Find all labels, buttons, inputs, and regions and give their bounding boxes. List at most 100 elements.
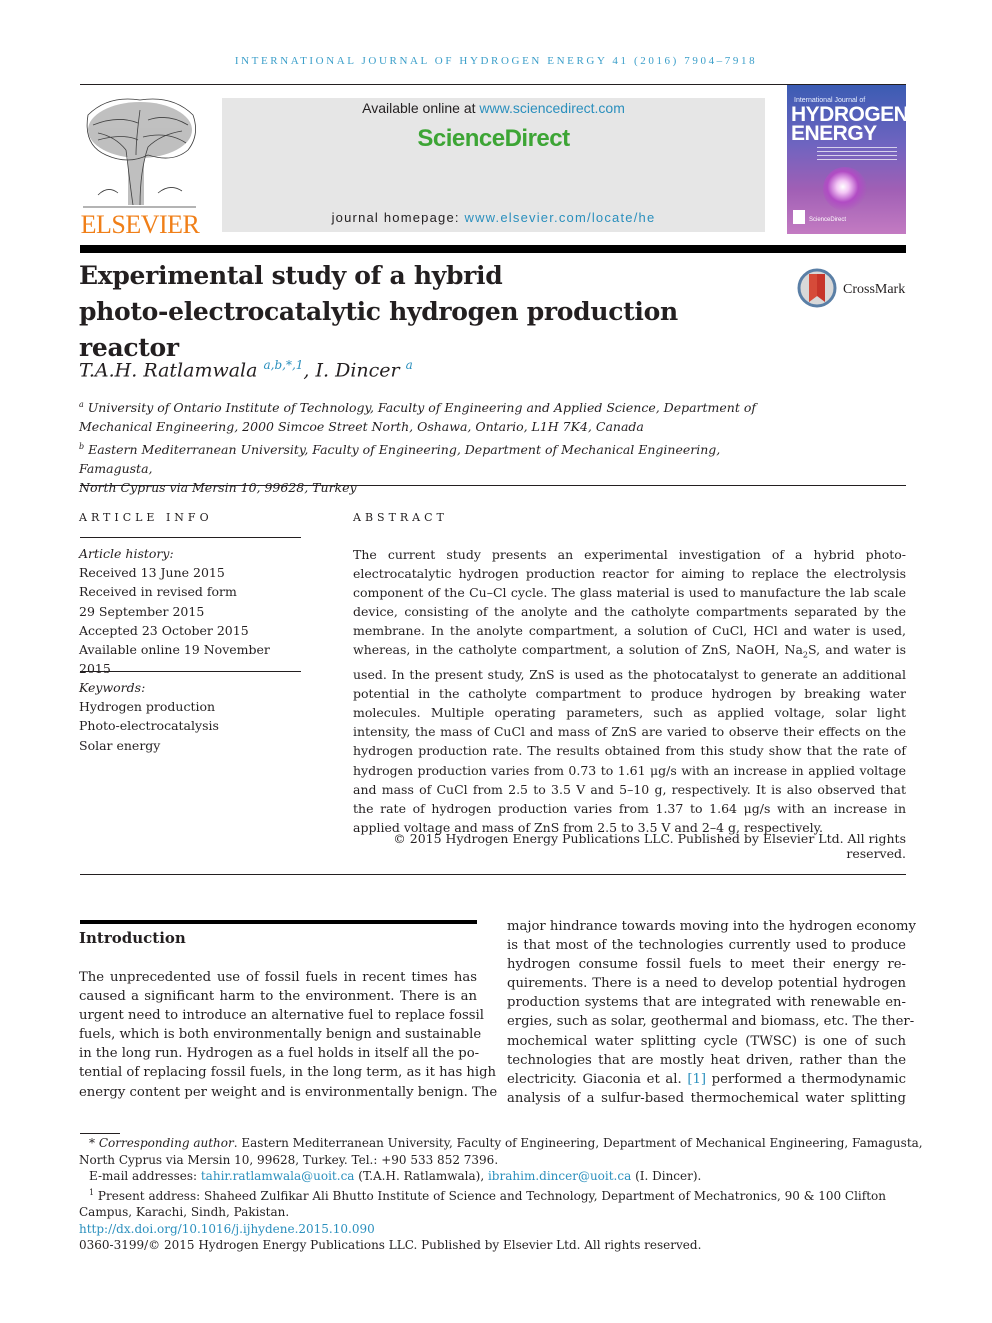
abstract-heading: ABSTRACT: [353, 511, 448, 524]
header-divider: [80, 245, 906, 253]
abstract-text-part1: The current study presents an experiment…: [353, 547, 906, 658]
issn-copyright: 0360-3199/© 2015 Hydrogen Energy Publica…: [79, 1238, 702, 1252]
affiliation-a-cont: Mechanical Engineering, 2000 Simcoe Stre…: [79, 419, 644, 435]
running-head: INTERNATIONAL JOURNAL OF HYDROGEN ENERGY…: [234, 55, 758, 67]
doi-link[interactable]: http://dx.doi.org/10.1016/j.ijhydene.201…: [79, 1222, 375, 1236]
article-info-heading: ARTICLE INFO: [79, 511, 213, 524]
introduction-heading: Introduction: [79, 929, 186, 947]
email-link[interactable]: ibrahim.dincer@uoit.ca: [488, 1169, 631, 1183]
available-online-label: Available online at: [362, 100, 480, 116]
journal-homepage-label: journal homepage:: [331, 210, 465, 225]
history-item: Available online 19 November 2015: [79, 642, 270, 677]
history-item: Accepted 23 October 2015: [79, 622, 249, 638]
corresponding-author-note: * Corresponding author. Eastern Mediterr…: [79, 1135, 923, 1152]
sciencedirect-link[interactable]: www.sciencedirect.com: [479, 100, 625, 116]
article-title-line2: photo-electrocatalytic hydrogen producti…: [79, 297, 678, 362]
body-line: caused a significant harm to the environ…: [79, 989, 477, 1005]
journal-homepage-link[interactable]: www.elsevier.com/locate/he: [465, 210, 656, 225]
keywords-divider: [80, 671, 301, 672]
affiliations: a University of Ontario Institute of Tec…: [79, 395, 779, 497]
affiliation-mark: a: [79, 400, 84, 409]
crossmark-label[interactable]: CrossMark: [843, 282, 905, 298]
top-rule: [80, 84, 906, 85]
body-line: urgent need to introduce an alternative …: [79, 1008, 484, 1024]
author-list: T.A.H. Ratlamwala a,b,*,1, I. Dincer a: [79, 358, 413, 381]
body-line: fuels, which is both environmentally ben…: [79, 1027, 482, 1043]
affiliation-b: b Eastern Mediterranean University, Facu…: [79, 437, 779, 479]
article-history: Article history: Received 13 June 2015 R…: [79, 544, 301, 678]
affiliations-divider: [80, 485, 906, 486]
email-addresses: E-mail addresses: tahir.ratlamwala@uoit.…: [79, 1168, 907, 1185]
body-line: ergies, such as solar, geothermal and bi…: [507, 1014, 915, 1030]
affiliation-a: a University of Ontario Institute of Tec…: [79, 395, 779, 417]
introduction-bar: [80, 920, 477, 924]
keyword: Hydrogen production: [79, 699, 216, 715]
affiliation-mark: b: [79, 441, 85, 451]
article-title-line1: Experimental study of a hybrid: [79, 261, 503, 290]
history-item: 29 September 2015: [79, 603, 205, 619]
affiliation-b-cont: North Cyprus via Mersin 10, 99628, Turke…: [79, 480, 357, 496]
body-line: production systems that are integrated w…: [507, 995, 906, 1011]
author-name[interactable]: T.A.H. Ratlamwala: [79, 359, 257, 381]
body-line: The unprecedented use of fossil fuels in…: [79, 970, 477, 985]
article-title: Experimental study of a hybrid photo-ele…: [79, 258, 779, 366]
journal-cover-image: International Journal of HYDROGEN ENERGY…: [787, 85, 906, 234]
crossmark-icon[interactable]: [797, 268, 837, 308]
author-affiliation-marks[interactable]: a: [406, 358, 413, 372]
body-line: is that most of the technologies current…: [507, 938, 906, 954]
cover-footer: ScienceDirect: [809, 217, 847, 223]
citation-suffix: performed a thermodynamic: [706, 1071, 906, 1087]
body-line: mochemical water splitting cycle (TWSC) …: [507, 1033, 906, 1049]
body-line: hydrogen consume fossil fuels to meet th…: [507, 957, 906, 973]
keyword: Photo-electrocatalysis: [79, 718, 219, 734]
citation-link[interactable]: [1]: [687, 1072, 706, 1087]
abstract-body: The current study presents an experiment…: [353, 545, 906, 837]
history-item: Received in revised form: [79, 584, 237, 600]
corresponding-author-text-cont: North Cyprus via Mersin 10, 99628, Turke…: [79, 1152, 499, 1167]
article-info-divider: [80, 537, 301, 538]
body-line-with-citation: electricity. Giaconia et al. [1] perform…: [507, 1070, 906, 1089]
email-link[interactable]: tahir.ratlamwala@uoit.ca: [201, 1169, 355, 1183]
present-address-note: 1 Present address: Shaheed Zulfikar Ali …: [79, 1185, 907, 1205]
footnotes: * Corresponding author. Eastern Mediterr…: [79, 1135, 923, 1254]
history-item: Received 13 June 2015: [79, 565, 225, 581]
abstract-copyright: © 2015 Hydrogen Energy Publications LLC.…: [393, 831, 906, 861]
corresponding-author-text: . Eastern Mediterranean University, Facu…: [233, 1136, 923, 1150]
cover-orb-icon: [823, 167, 867, 211]
keywords-label: Keywords:: [79, 680, 146, 695]
cover-title-line2: ENERGY: [791, 122, 877, 145]
affiliation-text: University of Ontario Institute of Techn…: [87, 400, 756, 416]
email-label: E-mail addresses:: [89, 1169, 201, 1183]
body-line: major hindrance towards moving into the …: [507, 919, 916, 934]
cover-publisher-icon: [793, 210, 805, 224]
abstract-text: The current study presents an experiment…: [353, 545, 906, 837]
footnote-mark: *: [89, 1136, 95, 1150]
body-line: energy content per weight and is environ…: [79, 1084, 498, 1100]
citation-prefix: electricity. Giaconia et al.: [507, 1071, 688, 1087]
body-line: technologies that are mostly heat driven…: [507, 1052, 906, 1068]
present-address-text: Present address: Shaheed Zulfikar Ali Bh…: [94, 1188, 886, 1203]
body-line: analysis of a sulfur-based thermochemica…: [507, 1090, 906, 1106]
elsevier-logo-text: ELSEVIER: [80, 210, 200, 239]
affiliation-text: Eastern Mediterranean University, Facult…: [79, 441, 721, 476]
abstract-text-part2: S, and water is used. In the present stu…: [353, 642, 906, 835]
corresponding-author-label: Corresponding author: [98, 1136, 234, 1150]
author-separator: ,: [303, 359, 316, 382]
keywords: Keywords: Hydrogen production Photo-elec…: [79, 678, 301, 755]
author-affiliation-marks[interactable]: a,b,*,1: [264, 358, 304, 372]
email-owner: (T.A.H. Ratlamwala),: [354, 1169, 488, 1183]
journal-homepage: journal homepage: www.elsevier.com/locat…: [222, 210, 765, 225]
sciencedirect-brand: ScienceDirect: [417, 125, 570, 152]
keyword: Solar energy: [79, 737, 161, 753]
article-history-label: Article history:: [79, 546, 174, 561]
introduction-left-column: The unprecedented use of fossil fuels in…: [79, 968, 498, 1102]
introduction-right-column: major hindrance towards moving into the …: [507, 917, 916, 1108]
cover-editor-lines: [817, 147, 897, 163]
body-line: quirements. There is a need to develop p…: [507, 976, 906, 992]
author-name[interactable]: I. Dincer: [316, 359, 400, 381]
cover-title: HYDROGEN ENERGY: [791, 104, 906, 145]
body-line: tential of replacing fossil fuels, in th…: [79, 1065, 497, 1081]
body-line: in the long run. Hydrogen as a fuel hold…: [79, 1046, 480, 1062]
footnote-rule: [80, 1133, 120, 1134]
present-address-text-cont: Campus, Karachi, Sindh, Pakistan.: [79, 1205, 290, 1219]
